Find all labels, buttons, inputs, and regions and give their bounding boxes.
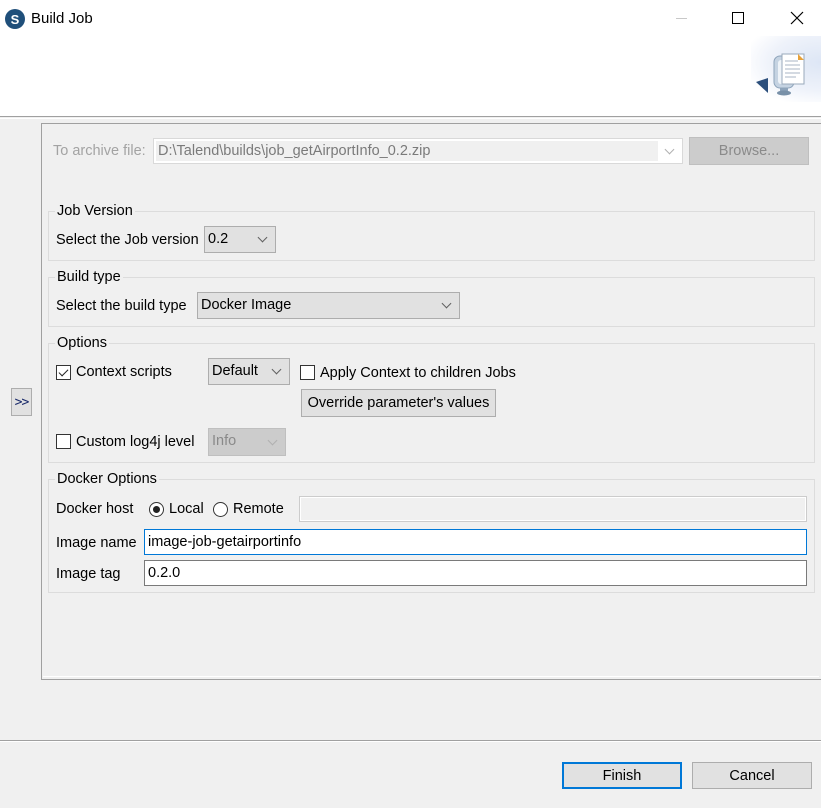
image-tag-input[interactable]: 0.2.0 — [144, 560, 807, 586]
window-title: Build Job — [31, 10, 93, 27]
job-version-select[interactable]: 0.2 — [204, 226, 276, 253]
log4j-level-value: Info — [212, 433, 237, 449]
custom-log4j-checkbox[interactable] — [56, 434, 71, 449]
custom-log4j-label: Custom log4j level — [76, 434, 195, 450]
apply-context-checkbox[interactable] — [300, 365, 315, 380]
build-type-label: Select the build type — [56, 298, 187, 314]
context-scripts-label: Context scripts — [76, 364, 172, 380]
cancel-button[interactable]: Cancel — [692, 762, 812, 789]
context-scripts-checkbox[interactable] — [56, 365, 71, 380]
minimize-icon — [675, 17, 687, 19]
context-select[interactable]: Default — [208, 358, 290, 385]
job-version-value: 0.2 — [208, 231, 229, 247]
image-name-label: Image name — [56, 535, 137, 551]
browse-button[interactable]: Browse... — [689, 137, 809, 165]
footer-separator-highlight — [0, 741, 821, 742]
talend-studio-icon: S — [5, 9, 25, 29]
chevron-down-icon — [271, 364, 282, 375]
docker-host-remote-radio[interactable] — [213, 502, 228, 517]
close-button[interactable] — [782, 6, 812, 30]
chevron-down-icon — [257, 232, 268, 243]
close-icon — [790, 11, 804, 25]
context-select-value: Default — [212, 363, 258, 379]
expand-panel-button[interactable]: >> — [11, 388, 32, 416]
export-job-icon — [756, 53, 805, 96]
archive-file-value: D:\Talend\builds\job_getAirportInfo_0.2.… — [156, 141, 658, 161]
build-type-select[interactable]: Docker Image — [197, 292, 460, 319]
chevron-down-icon — [267, 435, 278, 446]
chevron-down-icon — [441, 298, 452, 309]
archive-file-combo[interactable]: D:\Talend\builds\job_getAirportInfo_0.2.… — [153, 138, 683, 164]
archive-file-label: To archive file: — [53, 143, 146, 159]
docker-options-group-title: Docker Options — [55, 471, 159, 487]
log4j-level-select[interactable]: Info — [208, 428, 286, 456]
job-version-group-title: Job Version — [55, 203, 135, 219]
panel-left-border — [41, 123, 42, 680]
docker-host-local-label: Local — [169, 501, 204, 517]
minimize-button[interactable] — [666, 6, 696, 30]
options-group-title: Options — [55, 335, 109, 351]
chevron-down-icon — [664, 144, 675, 155]
maximize-icon — [732, 12, 744, 24]
override-parameters-button[interactable]: Override parameter's values — [301, 389, 496, 417]
apply-context-label: Apply Context to children Jobs — [320, 365, 516, 381]
job-version-label: Select the Job version — [56, 232, 199, 248]
build-type-value: Docker Image — [201, 297, 292, 313]
dialog-header: S Build Job — [0, 0, 821, 119]
image-tag-label: Image tag — [56, 566, 121, 582]
finish-button[interactable]: Finish — [562, 762, 682, 789]
maximize-button[interactable] — [723, 6, 753, 30]
build-type-group-title: Build type — [55, 269, 123, 285]
remote-host-input[interactable] — [299, 496, 807, 522]
docker-host-label: Docker host — [56, 501, 134, 517]
docker-host-remote-label: Remote — [233, 501, 284, 517]
image-name-input[interactable]: image-job-getairportinfo — [144, 529, 807, 555]
panel-bottom-highlight — [43, 676, 819, 677]
docker-host-local-radio[interactable] — [149, 502, 164, 517]
